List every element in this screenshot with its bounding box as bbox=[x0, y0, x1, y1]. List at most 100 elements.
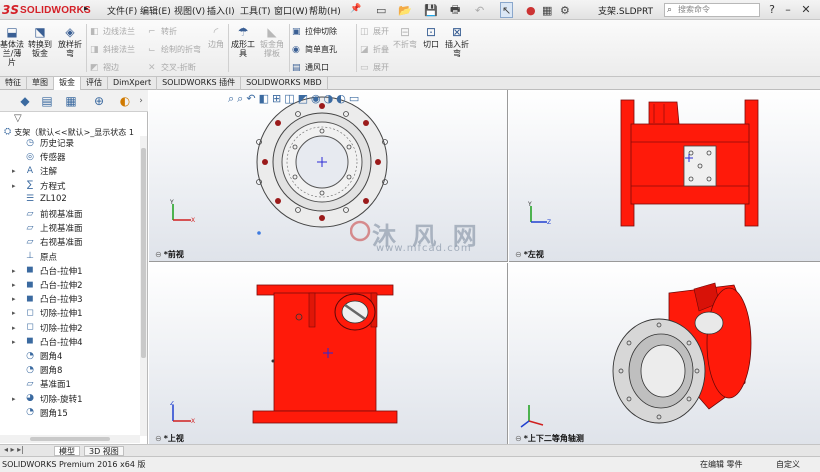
tree-item[interactable]: ▸ ◼ 凸台-拉伸1 bbox=[0, 264, 140, 278]
solidworks-logo[interactable]: 3S SOLIDWORKS bbox=[2, 3, 91, 17]
tab-dimxpert[interactable]: DimXpert bbox=[108, 77, 158, 90]
hide-show-icon[interactable]: ◉ bbox=[311, 92, 321, 108]
cross-break-button[interactable]: ✕ 交叉-折断 bbox=[148, 62, 196, 73]
search-input[interactable]: ⌕ 搜索命令 bbox=[664, 3, 760, 17]
tab-sheetmetal[interactable]: 钣金 bbox=[54, 77, 81, 90]
filter-icon[interactable]: ▽ bbox=[14, 113, 22, 124]
tree-item[interactable]: ▱ 上视基准面 bbox=[0, 221, 140, 235]
options-gear-icon[interactable]: ⚙ bbox=[560, 2, 570, 18]
tree-item[interactable]: ▱ 基准面1 bbox=[0, 377, 140, 391]
expand-arrow-icon[interactable]: ▸ bbox=[12, 338, 20, 346]
flatten-button[interactable]: ▭ 展开 bbox=[360, 62, 389, 73]
view-orientation-icon[interactable]: ◫ bbox=[284, 92, 294, 108]
expand-arrow-icon[interactable]: ▸ bbox=[12, 281, 20, 289]
viewport-control-icon[interactable]: ⊖ bbox=[155, 250, 162, 259]
viewport-control-icon[interactable]: ⊖ bbox=[515, 434, 522, 443]
viewport-top[interactable]: ZX ⊖ *上视 bbox=[149, 263, 508, 444]
menu-file[interactable]: 文件(F) bbox=[107, 4, 137, 17]
expand-arrow-icon[interactable]: ▸ bbox=[12, 395, 20, 403]
open-icon[interactable]: 📂 bbox=[398, 2, 412, 18]
viewport-control-icon[interactable]: ⊖ bbox=[515, 250, 522, 259]
fold-button[interactable]: ◪ 折叠 bbox=[360, 44, 389, 55]
extruded-cut-button[interactable]: ▣ 拉伸切除 bbox=[292, 26, 337, 37]
tab-mbd[interactable]: SOLIDWORKS MBD bbox=[241, 77, 328, 90]
new-doc-icon[interactable]: ▭ bbox=[376, 2, 386, 18]
expand-arrow-icon[interactable]: ▸ bbox=[12, 182, 20, 190]
panel-chevron-icon[interactable]: › bbox=[136, 93, 146, 109]
expand-arrow-icon[interactable]: ▸ bbox=[12, 167, 20, 175]
scroll-thumb[interactable] bbox=[141, 148, 146, 358]
scroll-thumb[interactable] bbox=[30, 437, 110, 441]
help-question-icon[interactable]: ? bbox=[764, 2, 780, 18]
viewport-left[interactable]: YZ ⊖ *左视 bbox=[509, 90, 820, 262]
menu-tools[interactable]: 工具(T) bbox=[240, 4, 271, 17]
configuration-icon[interactable]: ▦ bbox=[62, 93, 80, 109]
expand-arrow-icon[interactable]: ▸ bbox=[12, 324, 20, 332]
tab-model[interactable]: 模型 bbox=[54, 446, 80, 456]
insert-bends-button[interactable]: ⊠ 插入折弯 bbox=[444, 26, 470, 59]
miter-flange-button[interactable]: ◨ 斜接法兰 bbox=[90, 44, 135, 55]
scene-icon[interactable]: ◐ bbox=[336, 92, 346, 108]
tree-item[interactable]: ◔ 圆角15 bbox=[0, 406, 140, 420]
menu-insert[interactable]: 插入(I) bbox=[207, 4, 235, 17]
tree-item[interactable]: ☰ ZL102 bbox=[0, 193, 140, 207]
menu-edit[interactable]: 编辑(E) bbox=[140, 4, 171, 17]
tree-item[interactable]: ⊥ 原点 bbox=[0, 250, 140, 264]
sheetmetal-gusset-button[interactable]: ◣ 钣金角撑板 bbox=[258, 26, 286, 59]
tree-item[interactable]: ◔ 圆角8 bbox=[0, 363, 140, 377]
tab-sketch[interactable]: 草图 bbox=[27, 77, 54, 90]
tree-item[interactable]: ◔ 圆角4 bbox=[0, 349, 140, 363]
tab-evaluate[interactable]: 评估 bbox=[81, 77, 108, 90]
edge-flange-button[interactable]: ◧ 边线法兰 bbox=[90, 26, 135, 37]
display-manager-icon[interactable]: ◐ bbox=[116, 93, 134, 109]
dimxpert-icon[interactable]: ⊕ bbox=[90, 93, 108, 109]
appearance-icon[interactable]: ◑ bbox=[324, 92, 334, 108]
tab-scroll-icon[interactable]: ◂ ▸ ▸| bbox=[4, 445, 24, 454]
menu-help[interactable]: 帮助(H) bbox=[309, 4, 341, 17]
corners-button[interactable]: ◜ 边角 bbox=[204, 26, 228, 50]
tree-item[interactable]: ◎ 传感器 bbox=[0, 150, 140, 164]
unfold-button[interactable]: ◫ 展开 bbox=[360, 26, 389, 37]
select-arrow-icon[interactable]: ↖ bbox=[500, 2, 514, 18]
tree-item[interactable]: ▸ ◕ 切除-旋转1 bbox=[0, 392, 140, 406]
dynamic-annotation-icon[interactable]: ⊞ bbox=[272, 92, 281, 108]
simple-hole-button[interactable]: ◉ 简单直孔 bbox=[292, 44, 337, 55]
undo-icon[interactable]: ↶ bbox=[475, 2, 484, 18]
tree-item[interactable]: ▱ 前视基准面 bbox=[0, 207, 140, 221]
sketched-bend-button[interactable]: ⌙ 绘制的折弯 bbox=[148, 44, 201, 55]
tri-arrow-icon[interactable]: ▸ bbox=[84, 4, 89, 14]
tree-item[interactable]: ▸ ∑ 方程式 bbox=[0, 179, 140, 193]
forming-tool-button[interactable]: ☂ 成形工具 bbox=[230, 26, 256, 59]
tree-item[interactable]: ▸ A 注解 bbox=[0, 164, 140, 178]
rip-button[interactable]: ⊡ 切口 bbox=[420, 26, 442, 50]
tree-item[interactable]: ◷ 历史记录 bbox=[0, 136, 140, 150]
lofted-bend-button[interactable]: ◈ 放样折弯 bbox=[56, 26, 84, 59]
expand-arrow-icon[interactable]: ▸ bbox=[12, 267, 20, 275]
print-icon[interactable]: 🖶 bbox=[450, 2, 460, 18]
display-style-icon[interactable]: ◩ bbox=[298, 92, 308, 108]
tree-item[interactable]: ▸ ◻ 切除-拉伸1 bbox=[0, 306, 140, 320]
traffic-light-icon[interactable]: ● bbox=[526, 2, 536, 18]
tab-addins[interactable]: SOLIDWORKS 插件 bbox=[157, 77, 242, 90]
pin-icon[interactable]: 📌 bbox=[350, 4, 361, 14]
property-manager-icon[interactable]: ▤ bbox=[38, 93, 56, 109]
status-units[interactable]: 自定义 bbox=[776, 459, 800, 470]
zoom-to-fit-icon[interactable]: ⌕ bbox=[228, 92, 234, 108]
base-flange-button[interactable]: ⬓ 基体法兰/薄片 bbox=[0, 26, 24, 68]
tree-item[interactable]: ▸ ◼ 凸台-拉伸2 bbox=[0, 278, 140, 292]
close-button[interactable]: ✕ bbox=[798, 2, 814, 18]
viewport-control-icon[interactable]: ⊖ bbox=[155, 434, 162, 443]
feature-tree-icon[interactable]: ◆ bbox=[16, 93, 34, 109]
expand-arrow-icon[interactable]: ▸ bbox=[12, 295, 20, 303]
hem-button[interactable]: ◩ 褶边 bbox=[90, 62, 119, 73]
tree-vertical-scrollbar[interactable] bbox=[140, 136, 147, 436]
tree-item[interactable]: ▸ ◼ 凸台-拉伸3 bbox=[0, 292, 140, 306]
convert-to-sheetmetal-button[interactable]: ⬔ 转换到钣金 bbox=[26, 26, 54, 59]
tree-item[interactable]: ▸ ◼ 凸台-拉伸4 bbox=[0, 335, 140, 349]
expand-arrow-icon[interactable]: ▸ bbox=[12, 309, 20, 317]
tree-horizontal-scrollbar[interactable] bbox=[0, 435, 140, 443]
jog-button[interactable]: ⌐ 转折 bbox=[148, 26, 177, 37]
view-settings-icon[interactable]: ▭ bbox=[349, 92, 359, 108]
tree-item[interactable]: ▸ ◻ 切除-拉伸2 bbox=[0, 321, 140, 335]
menu-view[interactable]: 视图(V) bbox=[174, 4, 205, 17]
